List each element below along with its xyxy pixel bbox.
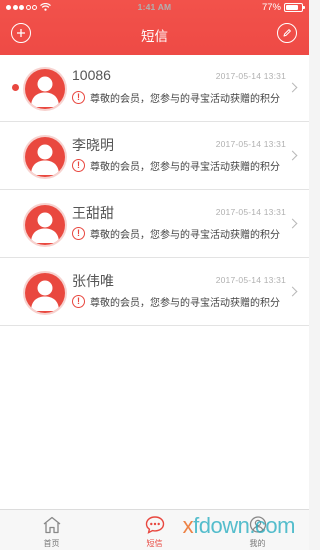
watermark-prefix: x <box>182 513 194 538</box>
snippet-text: 尊敬的会员，您参与的寻宝活动获赠的积分 <box>90 230 280 241</box>
avatar <box>25 205 65 245</box>
warning-icon: ! <box>72 295 85 308</box>
app-header: 1:41 AM 77% 短信 <box>0 0 309 55</box>
snippet-text: 尊敬的会员，您参与的寻宝活动获赠的积分 <box>90 298 280 309</box>
watermark-text: fdown.com <box>193 513 295 538</box>
message-row[interactable]: 10086 2017-05-14 13:31 ! 尊敬的会员，您参与的寻宝活动获… <box>0 55 309 122</box>
battery-percent: 77% <box>261 2 281 13</box>
battery-status: 77% <box>261 2 305 13</box>
warning-icon: ! <box>72 91 85 104</box>
chevron-right-icon <box>287 218 298 229</box>
battery-icon <box>284 3 305 12</box>
message-snippet: ! 尊敬的会员，您参与的寻宝活动获赠的积分 <box>72 294 282 309</box>
compose-button[interactable] <box>277 23 297 43</box>
message-time: 2017-05-14 13:31 <box>215 275 286 285</box>
message-row[interactable]: 李晓明 2017-05-14 13:31 ! 尊敬的会员，您参与的寻宝活动获赠的… <box>0 123 309 190</box>
contact-name: 10086 <box>72 67 111 83</box>
message-time: 2017-05-14 13:31 <box>215 139 286 149</box>
chevron-right-icon <box>287 82 298 93</box>
watermark: xfdown.com <box>182 513 296 539</box>
unread-dot <box>12 84 19 91</box>
avatar <box>25 69 65 109</box>
avatar <box>25 273 65 313</box>
message-snippet: ! 尊敬的会员，您参与的寻宝活动获赠的积分 <box>72 90 282 105</box>
page-title: 短信 <box>141 29 168 44</box>
tab-home[interactable]: 首页 <box>0 510 103 550</box>
contact-name: 张伟唯 <box>72 273 114 289</box>
message-row[interactable]: 张伟唯 2017-05-14 13:31 ! 尊敬的会员，您参与的寻宝活动获赠的… <box>0 259 309 326</box>
chevron-right-icon <box>287 150 298 161</box>
message-snippet: ! 尊敬的会员，您参与的寻宝活动获赠的积分 <box>72 226 282 241</box>
message-list: 10086 2017-05-14 13:31 ! 尊敬的会员，您参与的寻宝活动获… <box>0 55 309 509</box>
status-bar: 1:41 AM 77% <box>0 0 309 16</box>
snippet-text: 尊敬的会员，您参与的寻宝活动获赠的积分 <box>90 162 280 173</box>
snippet-text: 尊敬的会员，您参与的寻宝活动获赠的积分 <box>90 94 280 105</box>
home-icon <box>43 516 61 534</box>
message-time: 2017-05-14 13:31 <box>215 71 286 81</box>
message-snippet: ! 尊敬的会员，您参与的寻宝活动获赠的积分 <box>72 158 282 173</box>
message-icon <box>145 516 165 534</box>
warning-icon: ! <box>72 159 85 172</box>
pencil-icon <box>283 29 291 37</box>
tab-label: 首页 <box>43 539 60 548</box>
nav-bar: 短信 <box>0 16 309 52</box>
contact-name: 李晓明 <box>72 137 114 153</box>
tab-label: 我的 <box>249 539 266 548</box>
tab-label: 短信 <box>146 539 163 548</box>
contact-name: 王甜甜 <box>72 205 114 221</box>
message-row[interactable]: 王甜甜 2017-05-14 13:31 ! 尊敬的会员，您参与的寻宝活动获赠的… <box>0 191 309 258</box>
chevron-right-icon <box>287 286 298 297</box>
avatar <box>25 137 65 177</box>
message-time: 2017-05-14 13:31 <box>215 207 286 217</box>
warning-icon: ! <box>72 227 85 240</box>
